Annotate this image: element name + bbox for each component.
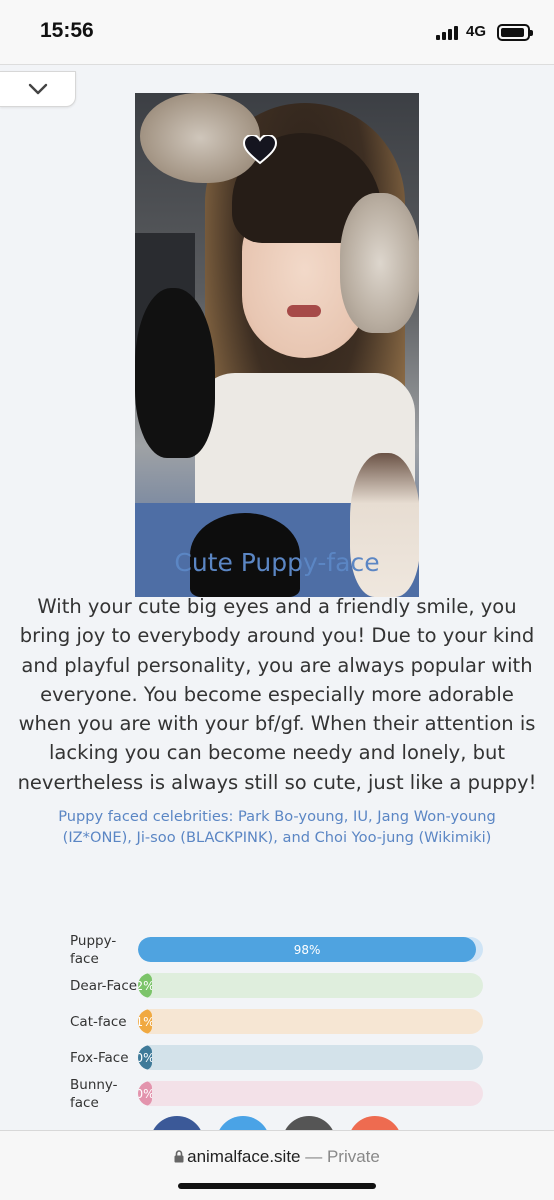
score-fill: 98% <box>138 937 477 962</box>
score-label: Puppy-face <box>70 933 117 967</box>
score-track: 1% <box>138 1009 483 1034</box>
score-label: Bunny-face <box>70 1077 118 1111</box>
collapse-button[interactable] <box>0 71 76 107</box>
heart-icon <box>243 135 277 165</box>
result-photo <box>135 93 419 597</box>
score-label: Cat-face <box>70 1014 127 1030</box>
score-fill: 2% <box>138 973 152 998</box>
celebrity-list: Puppy faced celebrities: Park Bo-young, … <box>58 808 496 846</box>
score-track: 2% <box>138 973 483 998</box>
battery-icon <box>497 24 533 41</box>
kitten-sticker <box>135 288 215 458</box>
score-track: 98% <box>138 937 483 962</box>
network-type: 4G <box>466 23 487 40</box>
url-domain: animalface.site <box>187 1147 301 1166</box>
url-text[interactable]: animalface.site — Private <box>0 1147 554 1167</box>
score-fill: 0% <box>138 1081 152 1106</box>
score-track: 0% <box>138 1045 483 1070</box>
url-separator: — <box>300 1147 327 1166</box>
score-fill: 0% <box>138 1045 152 1070</box>
kitten-sticker <box>340 193 419 333</box>
result-title: Cute Puppy-face <box>174 548 380 577</box>
lock-icon <box>174 1150 184 1163</box>
cellular-signal-icon <box>436 26 462 40</box>
score-fill: 1% <box>138 1009 152 1034</box>
chevron-down-icon <box>28 83 47 95</box>
score-label: Fox-Face <box>70 1050 129 1066</box>
private-mode-label: Private <box>326 1147 380 1166</box>
status-time: 15:56 <box>40 19 94 42</box>
score-label: Dear-Face <box>70 978 138 994</box>
score-track: 0% <box>138 1081 483 1106</box>
result-description: With your cute big eyes and a friendly s… <box>17 595 537 794</box>
home-indicator[interactable] <box>178 1183 376 1189</box>
browser-url-bar[interactable]: animalface.site — Private <box>0 1130 554 1200</box>
status-bar: 15:56 4G <box>0 0 554 64</box>
kitten-sticker <box>140 93 260 183</box>
